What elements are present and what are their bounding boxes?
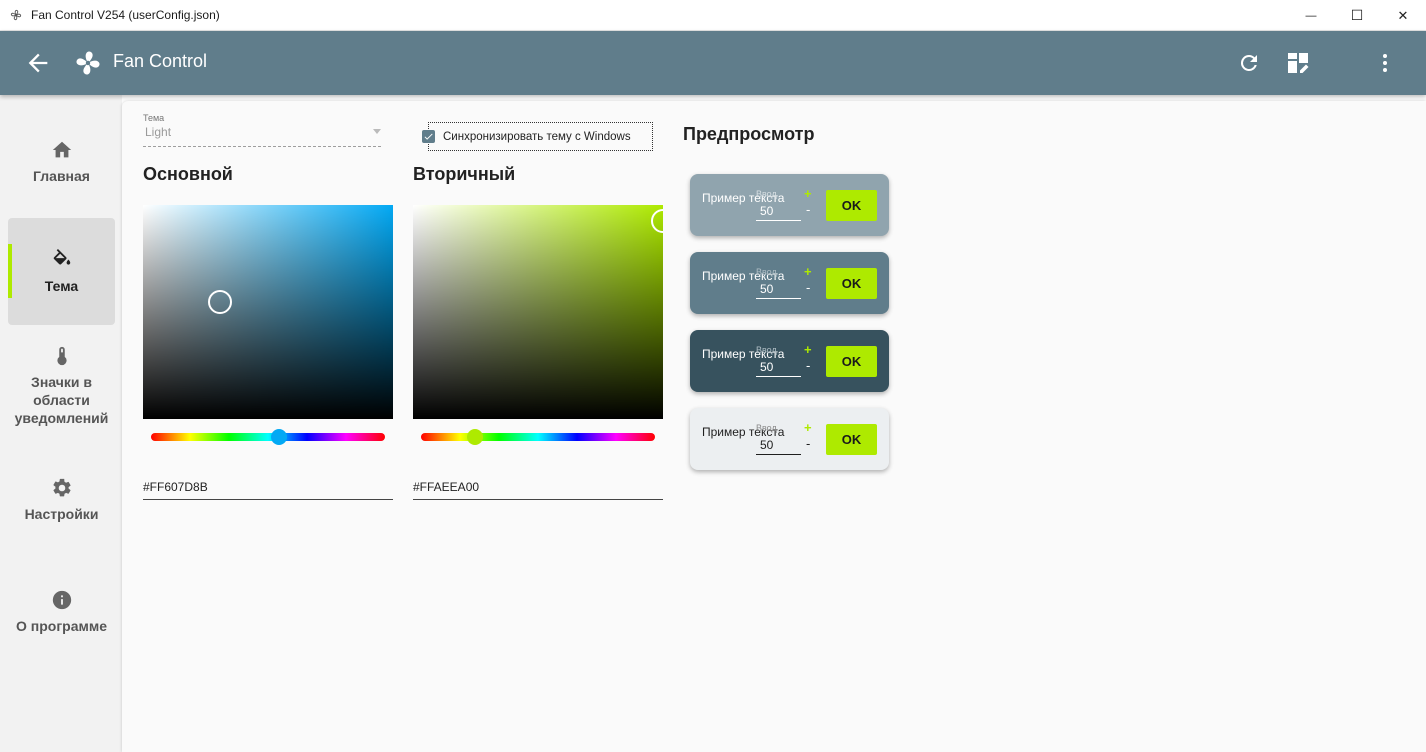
plus-icon[interactable]: + <box>804 264 812 279</box>
maximize-icon: ☐ <box>1350 7 1364 23</box>
minus-icon[interactable]: - <box>806 358 810 373</box>
window-titlebar: Fan Control V254 (userConfig.json) — ☐ ✕ <box>0 0 1426 31</box>
thermometer-icon <box>56 346 67 366</box>
sidebar-item-about[interactable]: О программе <box>8 589 115 635</box>
sidebar-item-label: Тема <box>44 277 79 294</box>
close-button[interactable]: ✕ <box>1380 0 1426 31</box>
info-icon <box>52 590 71 610</box>
preview-input[interactable]: 50 <box>756 282 801 299</box>
sidebar-item-label: Главная <box>33 168 90 184</box>
back-arrow-icon[interactable] <box>24 49 52 77</box>
paint-bucket-icon <box>53 248 70 265</box>
ok-button[interactable]: OK <box>826 268 877 299</box>
ok-button[interactable]: OK <box>826 190 877 221</box>
dashboard-edit-icon[interactable] <box>1286 51 1310 75</box>
minimize-button[interactable]: — <box>1288 0 1334 31</box>
primary-hue-thumb[interactable] <box>271 429 287 445</box>
secondary-color-picker[interactable] <box>413 205 663 419</box>
sidebar-item-theme[interactable]: Тема <box>8 218 115 325</box>
chevron-down-icon <box>373 129 381 134</box>
theme-select-value: Light <box>145 125 172 139</box>
close-icon: ✕ <box>1397 7 1409 23</box>
minus-icon[interactable]: - <box>806 436 810 451</box>
sidebar-item-settings[interactable]: Настройки <box>8 477 115 523</box>
theme-select-caption: Тема <box>143 113 165 123</box>
sidebar-item-label: Значки в области уведомлений <box>14 374 109 426</box>
preview-title: Предпросмотр <box>683 124 815 144</box>
home-icon <box>52 141 71 158</box>
primary-color-title: Основной <box>143 164 233 184</box>
secondary-color-title: Вторичный <box>413 164 516 184</box>
maximize-button[interactable]: ☐ <box>1334 0 1380 31</box>
more-vert-icon[interactable] <box>1373 51 1397 75</box>
app-title: Fan Control <box>113 51 208 71</box>
preview-card: Пример текста Ввод 50 + - OK <box>690 252 889 314</box>
active-indicator <box>8 244 12 298</box>
preview-card: Пример текста Ввод 50 + - OK <box>690 174 889 236</box>
secondary-hex-input[interactable]: #FFAEEA00 <box>413 476 663 500</box>
fan-logo-icon <box>76 51 100 75</box>
refresh-icon[interactable] <box>1237 51 1261 75</box>
plus-icon[interactable]: + <box>804 342 812 357</box>
fan-icon <box>10 9 22 21</box>
plus-icon[interactable]: + <box>804 420 812 435</box>
color-picker-thumb[interactable] <box>208 290 232 314</box>
app-header: Fan Control <box>0 31 1426 95</box>
window-title: Fan Control V254 (userConfig.json) <box>31 8 220 22</box>
preview-card: Пример текста Ввод 50 + - OK <box>690 330 889 392</box>
primary-hex-input[interactable]: #FF607D8B <box>143 476 393 500</box>
sidebar-item-label: О программе <box>15 618 107 634</box>
preview-input-caption: Ввод <box>756 267 777 277</box>
sync-windows-theme-label: Синхронизировать тему с Windows <box>443 130 631 143</box>
sidebar-item-home[interactable]: Главная <box>8 139 115 185</box>
checkbox-checked-icon <box>422 130 435 143</box>
primary-color-picker[interactable] <box>143 205 393 419</box>
minus-icon[interactable]: - <box>806 202 810 217</box>
preview-card: Пример текста Ввод 50 + - OK <box>690 408 889 470</box>
gear-icon <box>52 478 71 497</box>
ok-button[interactable]: OK <box>826 424 877 455</box>
preview-input-caption: Ввод <box>756 189 777 199</box>
sync-windows-theme-checkbox[interactable]: Синхронизировать тему с Windows <box>422 122 653 151</box>
ok-button[interactable]: OK <box>826 346 877 377</box>
secondary-hue-thumb[interactable] <box>467 429 483 445</box>
plus-icon[interactable]: + <box>804 186 812 201</box>
minus-icon[interactable]: - <box>806 280 810 295</box>
preview-input[interactable]: 50 <box>756 438 801 455</box>
secondary-hue-slider[interactable] <box>421 433 655 441</box>
preview-input-caption: Ввод <box>756 423 777 433</box>
preview-input[interactable]: 50 <box>756 360 801 377</box>
content-panel: Тема Light Синхронизировать тему с Windo… <box>122 101 1426 752</box>
preview-input-caption: Ввод <box>756 345 777 355</box>
preview-input[interactable]: 50 <box>756 204 801 221</box>
minimize-icon: — <box>1305 9 1317 22</box>
primary-hue-slider[interactable] <box>151 433 385 441</box>
theme-select[interactable]: Тема Light <box>143 113 381 147</box>
sidebar: Главная Тема Значки в области уведомлени… <box>0 95 122 752</box>
sidebar-item-tray-icons[interactable]: Значки в области уведомлений <box>8 345 115 427</box>
sidebar-item-label: Настройки <box>24 506 99 522</box>
